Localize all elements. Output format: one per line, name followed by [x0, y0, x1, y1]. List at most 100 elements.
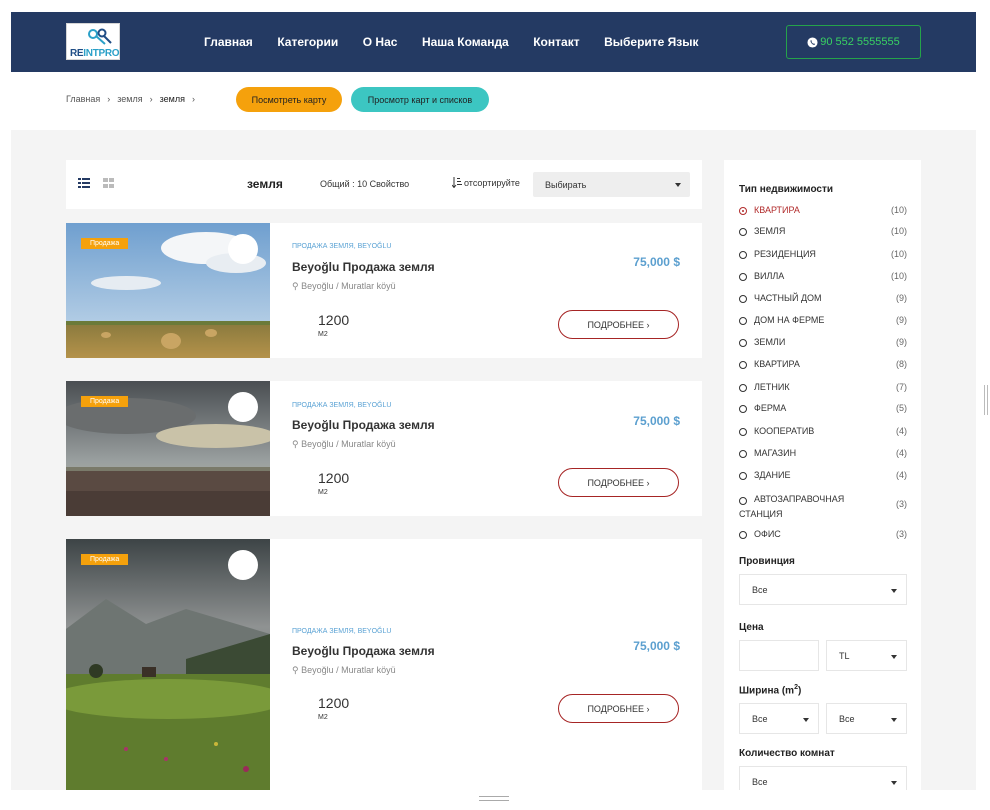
sort-label-text: отсортируйте — [464, 177, 520, 188]
listing-card[interactable]: Продажа ПРОДАЖА ЗЕМЛЯ, BEYOĞLU Beyoğlu П… — [66, 223, 702, 358]
nav-team[interactable]: Наша Команда — [422, 35, 509, 49]
property-type-option[interactable]: АВТОЗАПРАВОЧНАЯ СТАНЦИЯ (3) — [739, 494, 907, 525]
details-button[interactable]: ПОДРОБНЕЕ › — [558, 468, 679, 497]
width-to-value: Все — [839, 713, 855, 724]
radio-icon — [739, 531, 747, 539]
phone-number: 90 552 5555555 — [820, 36, 900, 48]
chevron-down-icon — [891, 718, 897, 722]
listing-photo[interactable]: Продажа — [66, 223, 270, 358]
breadcrumb-separator: › — [107, 94, 111, 104]
listing-area: 1200 — [318, 312, 350, 328]
radio-icon — [739, 472, 747, 480]
grid-view-icon[interactable] — [103, 178, 114, 188]
site-logo[interactable]: REINTPRO — [66, 23, 120, 60]
results-total: Общий : 10 Свойство — [320, 179, 410, 189]
listing-title[interactable]: Beyoğlu Продажа земля — [292, 260, 435, 274]
results-toolbar: земля Общий : 10 Свойство отсортируйте В… — [66, 160, 702, 209]
listing-photo[interactable]: Продажа — [66, 381, 270, 516]
rooms-select-value: Все — [752, 776, 768, 787]
width-to-select[interactable]: Все — [826, 703, 907, 734]
sort-icon — [452, 177, 462, 188]
nav-contact[interactable]: Контакт — [533, 35, 579, 49]
status-badge: Продажа — [81, 396, 129, 407]
radio-icon — [739, 361, 747, 369]
listing-location: ⚲ Beyoğlu / Muratlar köyü — [292, 439, 396, 449]
horizontal-resize-handle[interactable] — [479, 796, 509, 801]
chevron-down-icon — [891, 589, 897, 593]
province-select-value: Все — [752, 584, 768, 595]
listing-card[interactable]: Продажа ПРОДАЖА ЗЕМЛЯ, BEYOĞLU Beyoğlu П… — [66, 539, 702, 790]
list-view-icon[interactable] — [78, 178, 90, 188]
price-input[interactable] — [739, 640, 819, 671]
map-and-list-button[interactable]: Просмотр карт и списков — [351, 87, 489, 112]
sort-label: отсортируйте — [452, 177, 520, 188]
listing-card[interactable]: Продажа ПРОДАЖА ЗЕМЛЯ, BEYOĞLU Beyoğlu П… — [66, 381, 702, 516]
radio-icon — [739, 251, 747, 259]
top-navbar: REINTPRO Главная Категории О Нас Наша Ко… — [11, 12, 976, 72]
phone-button[interactable]: 90 552 5555555 — [786, 25, 921, 59]
chevron-down-icon — [675, 183, 681, 187]
favorite-button[interactable] — [228, 392, 258, 422]
radio-icon — [739, 317, 747, 325]
radio-icon — [739, 207, 747, 215]
map-pin-icon: ⚲ — [292, 665, 299, 675]
chevron-down-icon — [803, 718, 809, 722]
favorite-button[interactable] — [228, 550, 258, 580]
nav-language[interactable]: Выберите Язык — [604, 35, 698, 49]
map-pin-icon: ⚲ — [292, 439, 299, 449]
province-select[interactable]: Все — [739, 574, 907, 605]
nav-categories[interactable]: Категории — [277, 35, 338, 49]
property-type-heading: Тип недвижимости — [739, 184, 834, 195]
nav-about[interactable]: О Нас — [363, 35, 398, 49]
radio-icon — [739, 228, 747, 236]
status-badge: Продажа — [81, 238, 129, 249]
breadcrumb-current: земля — [159, 94, 185, 104]
rooms-select[interactable]: Все — [739, 766, 907, 790]
radio-icon — [739, 295, 747, 303]
listing-price: 75,000 $ — [633, 255, 680, 269]
width-from-select[interactable]: Все — [739, 703, 819, 734]
listing-title[interactable]: Beyoğlu Продажа земля — [292, 418, 435, 432]
width-from-value: Все — [752, 713, 768, 724]
currency-select-value: TL — [839, 650, 850, 661]
currency-select[interactable]: TL — [826, 640, 907, 671]
listing-category[interactable]: ПРОДАЖА ЗЕМЛЯ, BEYOĞLU — [292, 243, 391, 250]
details-button[interactable]: ПОДРОБНЕЕ › — [558, 310, 679, 339]
listing-category[interactable]: ПРОДАЖА ЗЕМЛЯ, BEYOĞLU — [292, 628, 391, 635]
listing-title[interactable]: Beyoğlu Продажа земля — [292, 644, 435, 658]
listing-area-unit: M2 — [318, 489, 328, 496]
listing-area-unit: M2 — [318, 714, 328, 721]
rooms-heading: Количество комнат — [739, 748, 835, 759]
main-nav: Главная Категории О Нас Наша Команда Кон… — [204, 12, 723, 72]
width-heading: Ширина (m2) — [739, 684, 802, 697]
chevron-down-icon — [891, 655, 897, 659]
listing-area: 1200 — [318, 470, 350, 486]
breadcrumb-home[interactable]: Главная — [66, 94, 100, 104]
details-button[interactable]: ПОДРОБНЕЕ › — [558, 694, 679, 723]
breadcrumb: Главная › земля › земля › — [66, 94, 202, 104]
nav-home[interactable]: Главная — [204, 35, 253, 49]
breadcrumb-separator: › — [149, 94, 153, 104]
whatsapp-icon — [807, 36, 818, 48]
radio-icon — [739, 405, 747, 413]
logo-text: REINTPRO — [70, 48, 120, 59]
listing-photo[interactable]: Продажа — [66, 539, 270, 790]
vertical-resize-handle[interactable] — [984, 385, 988, 415]
breadcrumb-separator: › — [191, 94, 195, 104]
price-heading: Цена — [739, 622, 764, 633]
radio-icon — [739, 273, 747, 281]
sort-select[interactable]: Выбирать — [533, 172, 690, 197]
radio-icon — [739, 384, 747, 392]
view-map-button[interactable]: Посмотреть карту — [236, 87, 342, 112]
breadcrumb-category[interactable]: земля — [117, 94, 142, 104]
listing-location: ⚲ Beyoğlu / Muratlar köyü — [292, 281, 396, 291]
key-logo-icon — [88, 28, 112, 45]
map-pin-icon: ⚲ — [292, 281, 299, 291]
filter-sidebar: Тип недвижимости КВАРТИРА (10) ЗЕМЛЯ (10) … — [724, 160, 921, 790]
listing-area-unit: M2 — [318, 331, 328, 338]
listing-area: 1200 — [318, 695, 350, 711]
listing-category[interactable]: ПРОДАЖА ЗЕМЛЯ, BEYOĞLU — [292, 402, 391, 409]
favorite-button[interactable] — [228, 234, 258, 264]
chevron-down-icon — [891, 781, 897, 785]
listing-location: ⚲ Beyoğlu / Muratlar köyü — [292, 665, 396, 675]
